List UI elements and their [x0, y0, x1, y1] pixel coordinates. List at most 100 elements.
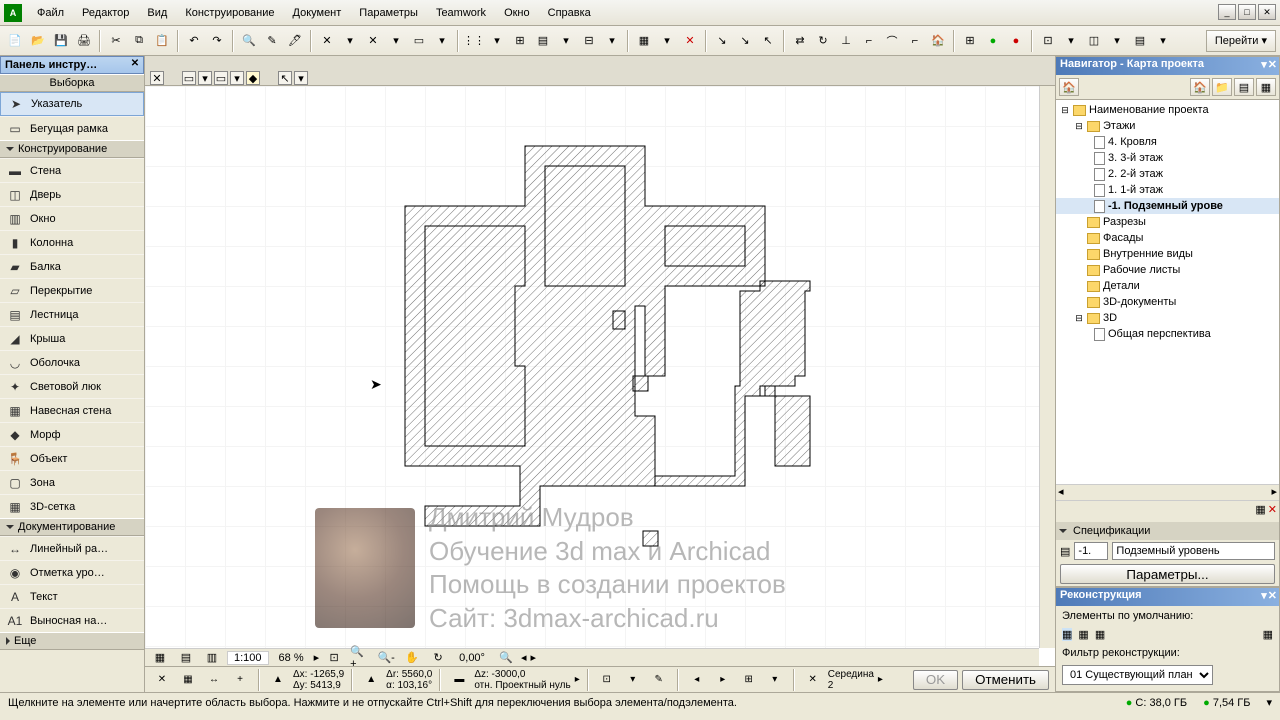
spec-header[interactable]: Спецификации [1056, 522, 1279, 540]
snap3d-icon[interactable]: ▾ [431, 30, 453, 52]
cb-dd[interactable]: ▸ [575, 674, 580, 685]
sb-icon-3[interactable]: ▥ [201, 647, 223, 667]
drawing-canvas[interactable]: Дмитрий Мудров Обучение 3d max и Archica… [145, 86, 1055, 666]
marker-icon[interactable]: 🖊 [284, 30, 306, 52]
zoom-icon[interactable]: 🔍 [238, 30, 260, 52]
snap2d-icon[interactable]: ▾ [385, 30, 407, 52]
recon-min-icon[interactable]: ▾ [1261, 589, 1267, 602]
scale-box[interactable]: 1:100 [227, 651, 269, 665]
redo-icon[interactable]: ↷ [206, 30, 228, 52]
toolbox-section-construct[interactable]: Конструирование [0, 140, 144, 158]
menu-construct[interactable]: Конструирование [176, 4, 283, 22]
alignd-icon[interactable]: ▾ [601, 30, 623, 52]
listd-icon[interactable]: ▾ [1152, 30, 1174, 52]
mini-tab-1[interactable]: ▭ [182, 71, 196, 85]
tool-morph[interactable]: ◆Морф [0, 422, 144, 446]
mini-tab-3[interactable]: ◆ [246, 71, 260, 85]
tool-skylight[interactable]: ✦Световой люк [0, 374, 144, 398]
recon-btn-3[interactable]: ▦ [1095, 628, 1105, 641]
cb-i11[interactable]: ⊞ [738, 669, 760, 691]
cb-i11d[interactable]: ▾ [764, 669, 786, 691]
tool-roof[interactable]: ◢Крыша [0, 326, 144, 350]
cb-i4[interactable]: ▲ [267, 669, 289, 691]
window-icon[interactable]: ⊡ [1037, 30, 1059, 52]
mini-tab-4[interactable]: ↖ [278, 71, 292, 85]
tool-marquee[interactable]: ▭Бегущая рамка [0, 116, 144, 140]
cb-i10[interactable]: ▸ [712, 669, 734, 691]
del-icon[interactable]: ✕ [679, 30, 701, 52]
tool-stair[interactable]: ▤Лестница [0, 302, 144, 326]
menu-params[interactable]: Параметры [350, 4, 427, 22]
ok-button[interactable]: OK [913, 670, 958, 690]
minimize-button[interactable]: _ [1218, 4, 1236, 20]
nav-tab-4[interactable]: ▦ [1256, 78, 1276, 96]
cb-i6[interactable]: ▬ [448, 669, 470, 691]
snap1-icon[interactable]: ✕ [316, 30, 338, 52]
close-button[interactable]: ✕ [1258, 4, 1276, 20]
snap2-icon[interactable]: ✕ [362, 30, 384, 52]
ruler-icon[interactable]: ⊞ [509, 30, 531, 52]
spec-btn-close[interactable]: ✕ [1268, 503, 1277, 520]
align-icon[interactable]: ⊟ [578, 30, 600, 52]
move1-icon[interactable]: ⊥ [835, 30, 857, 52]
recon-filter-select[interactable]: 01 Существующий план [1062, 665, 1213, 685]
grid-icon[interactable]: ⋮⋮ [463, 30, 485, 52]
arrow3-icon[interactable]: ↖ [757, 30, 779, 52]
recon-btn-2[interactable]: ▦ [1078, 628, 1088, 641]
arc-icon[interactable]: ⌒ [881, 30, 903, 52]
toolbox-section-doc[interactable]: Документирование [0, 518, 144, 536]
corner-icon[interactable]: ⌐ [904, 30, 926, 52]
open-icon[interactable]: 📂 [27, 30, 49, 52]
pan-icon[interactable]: ✋ [401, 647, 423, 667]
cb-i9[interactable]: ◂ [686, 669, 708, 691]
cb-i8[interactable]: ✎ [648, 669, 670, 691]
rotate-icon[interactable]: ↻ [812, 30, 834, 52]
print-icon[interactable]: 🖨 [73, 30, 95, 52]
tool-label[interactable]: A1Выносная на… [0, 608, 144, 632]
mini-tab-1d[interactable]: ▾ [198, 71, 212, 85]
home-icon[interactable]: 🏠 [927, 30, 949, 52]
tab-close-icon[interactable]: ✕ [150, 71, 164, 85]
snap3-icon[interactable]: ▭ [408, 30, 430, 52]
menu-window[interactable]: Окно [495, 4, 539, 22]
status-dd[interactable]: ▾ [1266, 696, 1272, 709]
cb-i1[interactable]: ▦ [177, 669, 199, 691]
project-tree[interactable]: ⊟Наименование проекта ⊟Этажи 4. Кровля 3… [1056, 100, 1279, 484]
toolbox-section-select[interactable]: Выборка [0, 74, 144, 92]
cb-close[interactable]: ✕ [151, 669, 173, 691]
mini-tab-4d[interactable]: ▾ [294, 71, 308, 85]
tool-object[interactable]: 🪑Объект [0, 446, 144, 470]
tool-window[interactable]: ▥Окно [0, 206, 144, 230]
tool-dim[interactable]: ↔Линейный ра… [0, 536, 144, 560]
mirror-icon[interactable]: ⇄ [789, 30, 811, 52]
move2-icon[interactable]: ⌐ [858, 30, 880, 52]
spec-btn-1[interactable]: ▦ [1255, 503, 1265, 520]
arrow2-icon[interactable]: ↘ [734, 30, 756, 52]
nav-tab-home[interactable]: 🏠 [1059, 78, 1079, 96]
sb-prev[interactable]: ◂ [521, 651, 527, 664]
tool-column[interactable]: ▮Колонна [0, 230, 144, 254]
cb-i5[interactable]: ▲ [360, 669, 382, 691]
cut-icon[interactable]: ✂ [105, 30, 127, 52]
filter-icon[interactable]: ▦ [633, 30, 655, 52]
spec-name-input[interactable] [1112, 542, 1275, 560]
scrollbar-vertical[interactable] [1039, 86, 1055, 648]
tool-door[interactable]: ◫Дверь [0, 182, 144, 206]
tool-slab[interactable]: ▱Перекрытие [0, 278, 144, 302]
zoomout-icon[interactable]: 🔍- [375, 647, 397, 667]
tool-text[interactable]: AТекст [0, 584, 144, 608]
spec-id-input[interactable] [1074, 542, 1108, 560]
save-icon[interactable]: 💾 [50, 30, 72, 52]
sb-icon-2[interactable]: ▤ [175, 647, 197, 667]
cb-i12[interactable]: ✕ [802, 669, 824, 691]
copy-icon[interactable]: ⧉ [128, 30, 150, 52]
menu-teamwork[interactable]: Teamwork [427, 4, 495, 22]
menu-file[interactable]: Файл [28, 4, 73, 22]
zoomfit-icon[interactable]: ⊡ [323, 647, 345, 667]
goto-button[interactable]: Перейти ▾ [1206, 30, 1276, 52]
3dd-icon[interactable]: ▾ [1106, 30, 1128, 52]
menu-document[interactable]: Документ [284, 4, 351, 22]
zoomin-icon[interactable]: 🔍+ [349, 647, 371, 667]
cb-i7[interactable]: ⊡ [596, 669, 618, 691]
filterd-icon[interactable]: ▾ [656, 30, 678, 52]
